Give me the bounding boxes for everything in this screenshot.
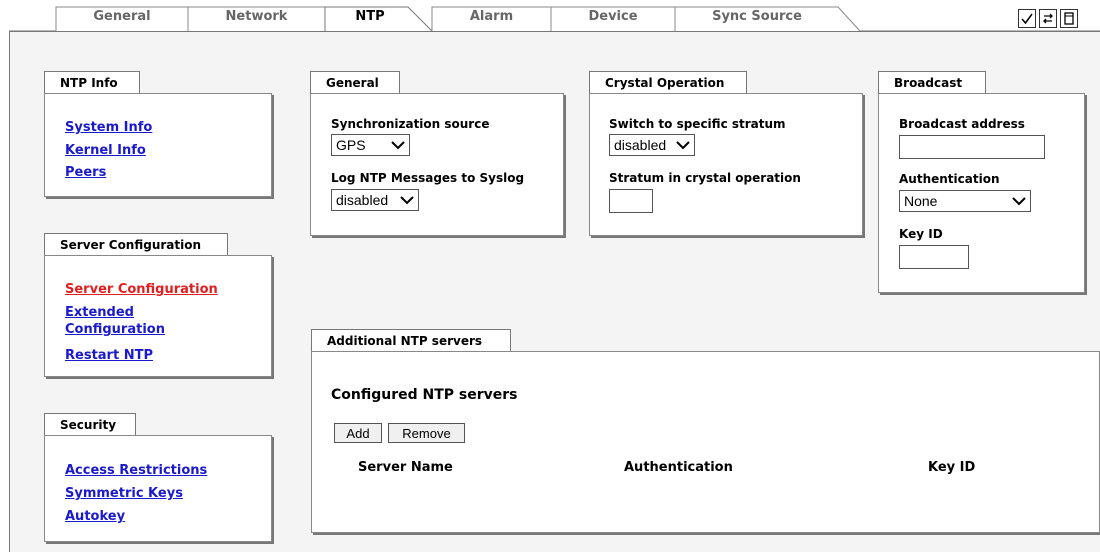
authentication-select[interactable]: None — [899, 190, 1031, 212]
broadcast-address-label: Broadcast address — [899, 117, 1025, 131]
authentication-value: None — [904, 193, 938, 209]
switch-stratum-select[interactable]: disabled — [609, 134, 695, 156]
chevron-down-icon — [391, 141, 405, 150]
link-symmetric-keys[interactable]: Symmetric Keys — [65, 485, 183, 502]
chevron-down-icon — [1012, 197, 1026, 206]
general-box: Synchronization source GPS Log NTP Messa… — [310, 93, 564, 236]
broadcast-box: Broadcast address Authentication None Ke… — [878, 93, 1085, 293]
link-system-info[interactable]: System Info — [65, 119, 152, 136]
column-server-name: Server Name — [358, 460, 453, 475]
link-server-configuration[interactable]: Server Configuration — [65, 281, 218, 298]
stratum-crystal-label: Stratum in crystal operation — [609, 171, 801, 185]
security-box: Access Restrictions Symmetric Keys Autok… — [44, 435, 272, 542]
link-autokey[interactable]: Autokey — [65, 508, 125, 525]
configured-servers-heading: Configured NTP servers — [331, 387, 518, 403]
ntp-info-box: System Info Kernel Info Peers — [44, 93, 272, 197]
chevron-down-icon — [400, 196, 414, 205]
column-authentication: Authentication — [624, 460, 733, 475]
tab-bar: General Network NTP Alarm Device Sync So… — [0, 0, 1100, 32]
page-icon[interactable] — [1060, 9, 1078, 28]
link-access-restrictions[interactable]: Access Restrictions — [65, 462, 207, 479]
additional-ntp-tab: Additional NTP servers — [311, 329, 511, 351]
tab-device[interactable]: Device — [551, 9, 675, 24]
link-extended-configuration[interactable]: Extended Configuration — [65, 304, 185, 338]
broadcast-address-input[interactable] — [899, 135, 1045, 159]
switch-stratum-label: Switch to specific stratum — [609, 117, 786, 131]
security-tab: Security — [44, 413, 136, 435]
stratum-crystal-input[interactable] — [609, 189, 653, 213]
crystal-operation-tab: Crystal Operation — [589, 71, 747, 93]
log-ntp-value: disabled — [336, 192, 389, 208]
switch-stratum-value: disabled — [614, 137, 667, 153]
tab-ntp[interactable]: NTP — [325, 9, 415, 24]
log-ntp-label: Log NTP Messages to Syslog — [331, 171, 525, 185]
key-id-input[interactable] — [899, 245, 969, 269]
tab-sync-source[interactable]: Sync Source — [682, 9, 832, 24]
sync-source-value: GPS — [336, 137, 366, 153]
log-ntp-select[interactable]: disabled — [331, 189, 419, 211]
ntp-info-tab: NTP Info — [44, 71, 140, 93]
chevron-down-icon — [676, 141, 690, 150]
broadcast-tab: Broadcast — [878, 71, 986, 93]
general-tab: General — [310, 71, 400, 93]
link-restart-ntp[interactable]: Restart NTP — [65, 347, 153, 364]
key-id-label: Key ID — [899, 227, 943, 241]
authentication-label: Authentication — [899, 172, 1000, 186]
column-key-id: Key ID — [928, 460, 976, 475]
check-icon[interactable] — [1018, 9, 1036, 28]
add-button[interactable]: Add — [334, 423, 382, 443]
server-config-box: Server Configuration Extended Configurat… — [44, 255, 272, 377]
link-peers[interactable]: Peers — [65, 164, 106, 181]
sync-source-label: Synchronization source — [331, 117, 490, 131]
sync-source-select[interactable]: GPS — [331, 134, 410, 156]
tab-alarm[interactable]: Alarm — [432, 9, 551, 24]
server-config-tab: Server Configuration — [44, 233, 228, 255]
refresh-icon[interactable] — [1039, 9, 1057, 28]
additional-ntp-box: Configured NTP servers Add Remove Server… — [311, 351, 1100, 533]
link-kernel-info[interactable]: Kernel Info — [65, 142, 146, 159]
crystal-operation-box: Switch to specific stratum disabled Stra… — [589, 93, 863, 236]
remove-button[interactable]: Remove — [388, 423, 465, 443]
tab-network[interactable]: Network — [188, 9, 325, 24]
tab-general[interactable]: General — [56, 9, 188, 24]
